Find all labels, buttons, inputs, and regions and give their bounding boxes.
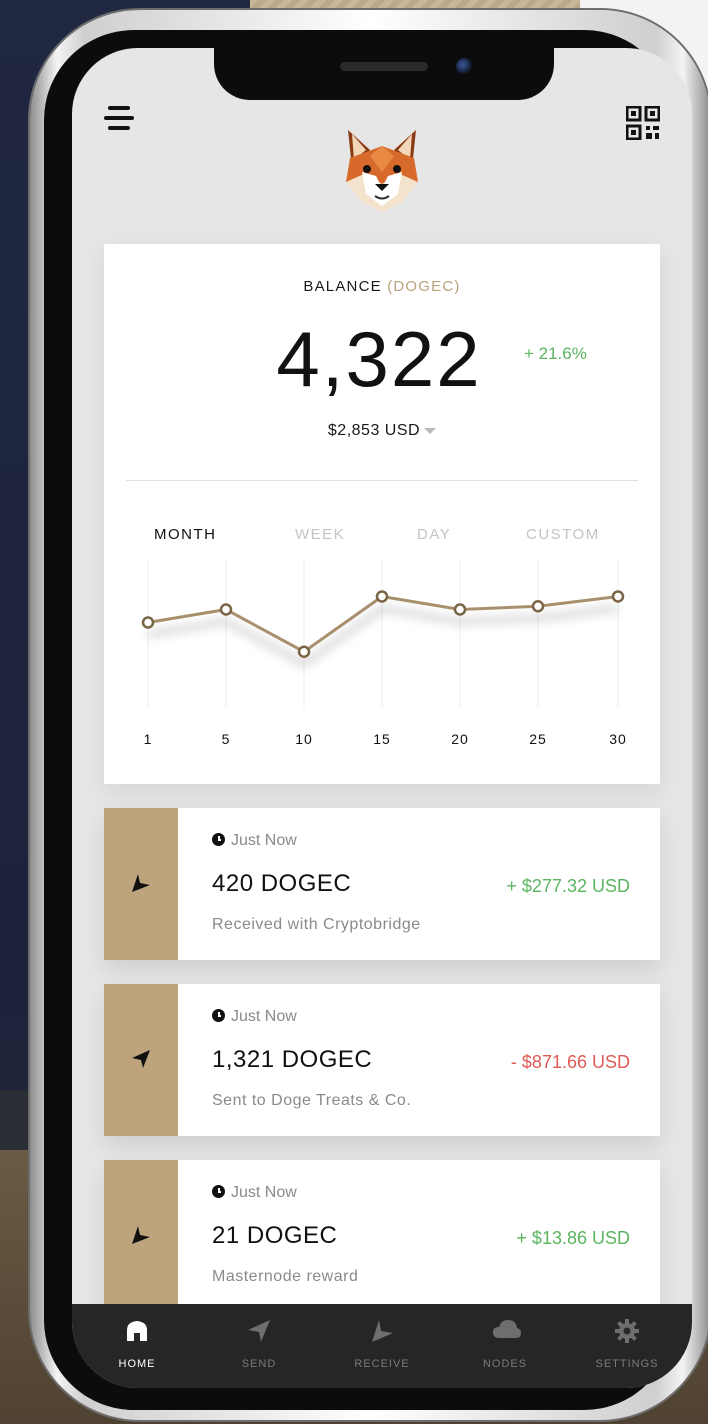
balance-title: BALANCE (303, 278, 382, 295)
nav-send[interactable]: SEND (204, 1304, 314, 1388)
nav-receive[interactable]: RECEIVE (327, 1304, 437, 1388)
nav-nodes[interactable]: NODES (450, 1304, 560, 1388)
nav-nodes-label: NODES (482, 1358, 528, 1370)
shiba-inu-avatar (342, 128, 422, 213)
transaction-time-text: Just Now (231, 832, 297, 849)
clock-icon (212, 833, 225, 846)
chart-point-30[interactable] (611, 590, 625, 603)
transaction-time: Just Now (212, 1184, 297, 1202)
transaction-amount: 420 DOGEC (212, 870, 352, 897)
balance-usd: $2,853 USD (327, 422, 421, 439)
transaction-type-strip (104, 1160, 178, 1312)
chart-point-25[interactable] (531, 600, 545, 613)
app-screen: BALANCE (DOGEC) 4,322 + 21.6% $2,853 USD… (72, 48, 692, 1388)
send-arrow-icon (132, 1050, 150, 1068)
speaker-grille (340, 62, 428, 71)
transaction-type-strip (104, 808, 178, 960)
nav-settings-label: SETTINGS (595, 1358, 659, 1370)
x-tick-label-25: 25 (529, 731, 547, 747)
balance-unit: (DOGEC) (387, 278, 461, 295)
nav-settings[interactable]: SETTINGS (572, 1304, 682, 1388)
transaction-card[interactable]: Just Now 21 DOGEC + $13.86 USD Masternod… (104, 1160, 660, 1312)
chart-point-20[interactable] (453, 603, 467, 616)
tab-month[interactable]: MONTH (154, 526, 217, 543)
receive-icon (372, 1320, 393, 1342)
chart-point-15[interactable] (375, 590, 389, 603)
transaction-usd: + $277.32 USD (506, 876, 630, 896)
transaction-description: Sent to Doge Treats & Co. (212, 1092, 412, 1109)
clock-icon (212, 1009, 225, 1022)
chart-point-10[interactable] (297, 645, 311, 658)
tab-custom[interactable]: CUSTOM (526, 526, 600, 543)
x-tick-label-10: 10 (295, 731, 313, 747)
clock-icon (212, 1185, 225, 1198)
tab-week[interactable]: WEEK (295, 526, 345, 543)
cloud-icon (493, 1320, 521, 1338)
transaction-usd: + $13.86 USD (516, 1228, 630, 1248)
hamburger-menu-icon[interactable] (104, 106, 134, 134)
transaction-time: Just Now (212, 832, 297, 850)
phone-notch (214, 48, 554, 100)
currency-selector[interactable]: $2,853 USD (104, 422, 660, 440)
tab-day[interactable]: DAY (417, 526, 451, 543)
receive-arrow-icon (132, 874, 150, 892)
chart-point-5[interactable] (219, 603, 233, 616)
transaction-type-strip (104, 984, 178, 1136)
divider (126, 480, 638, 481)
x-tick-label-15: 15 (373, 731, 391, 747)
x-tick-label-20: 20 (451, 731, 469, 747)
x-tick-label-1: 1 (144, 731, 153, 747)
chart-point-1[interactable] (141, 616, 155, 629)
transaction-description: Masternode reward (212, 1268, 359, 1285)
x-tick-label-30: 30 (609, 731, 627, 747)
nav-receive-label: RECEIVE (354, 1358, 410, 1370)
home-icon (127, 1321, 147, 1341)
nav-send-label: SEND (241, 1358, 277, 1370)
balance-label: BALANCE (DOGEC) (104, 278, 660, 295)
caret-down-icon (424, 427, 437, 434)
nav-home-label: HOME (118, 1358, 156, 1370)
balance-chart: 1 5 10 15 20 25 30 (141, 560, 627, 747)
balance-amount: 4,322 (276, 315, 482, 403)
transaction-description: Received with Cryptobridge (212, 916, 421, 933)
transaction-time-text: Just Now (231, 1008, 297, 1025)
chart-line-shadow (147, 605, 619, 668)
gear-icon (615, 1319, 639, 1343)
x-tick-label-5: 5 (222, 731, 231, 747)
balance-change: + 21.6% (524, 344, 587, 363)
send-icon (248, 1320, 270, 1342)
balance-card: BALANCE (DOGEC) 4,322 + 21.6% $2,853 USD… (104, 244, 660, 784)
transaction-time: Just Now (212, 1008, 297, 1026)
transaction-card[interactable]: Just Now 420 DOGEC + $277.32 USD Receive… (104, 808, 660, 960)
transaction-time-text: Just Now (231, 1184, 297, 1201)
period-tabs: MONTH WEEK DAY CUSTOM (104, 526, 660, 546)
transaction-amount: 1,321 DOGEC (212, 1046, 373, 1073)
bottom-navigation: HOME SEND RECEIVE NODES SETTINGS (72, 1304, 692, 1388)
transaction-usd: - $871.66 USD (510, 1052, 630, 1072)
front-camera (456, 58, 473, 75)
qr-code-icon[interactable] (625, 105, 661, 141)
transaction-card[interactable]: Just Now 1,321 DOGEC - $871.66 USD Sent … (104, 984, 660, 1136)
nav-home[interactable]: HOME (82, 1304, 192, 1388)
receive-arrow-icon (132, 1226, 150, 1244)
transaction-amount: 21 DOGEC (212, 1222, 338, 1249)
